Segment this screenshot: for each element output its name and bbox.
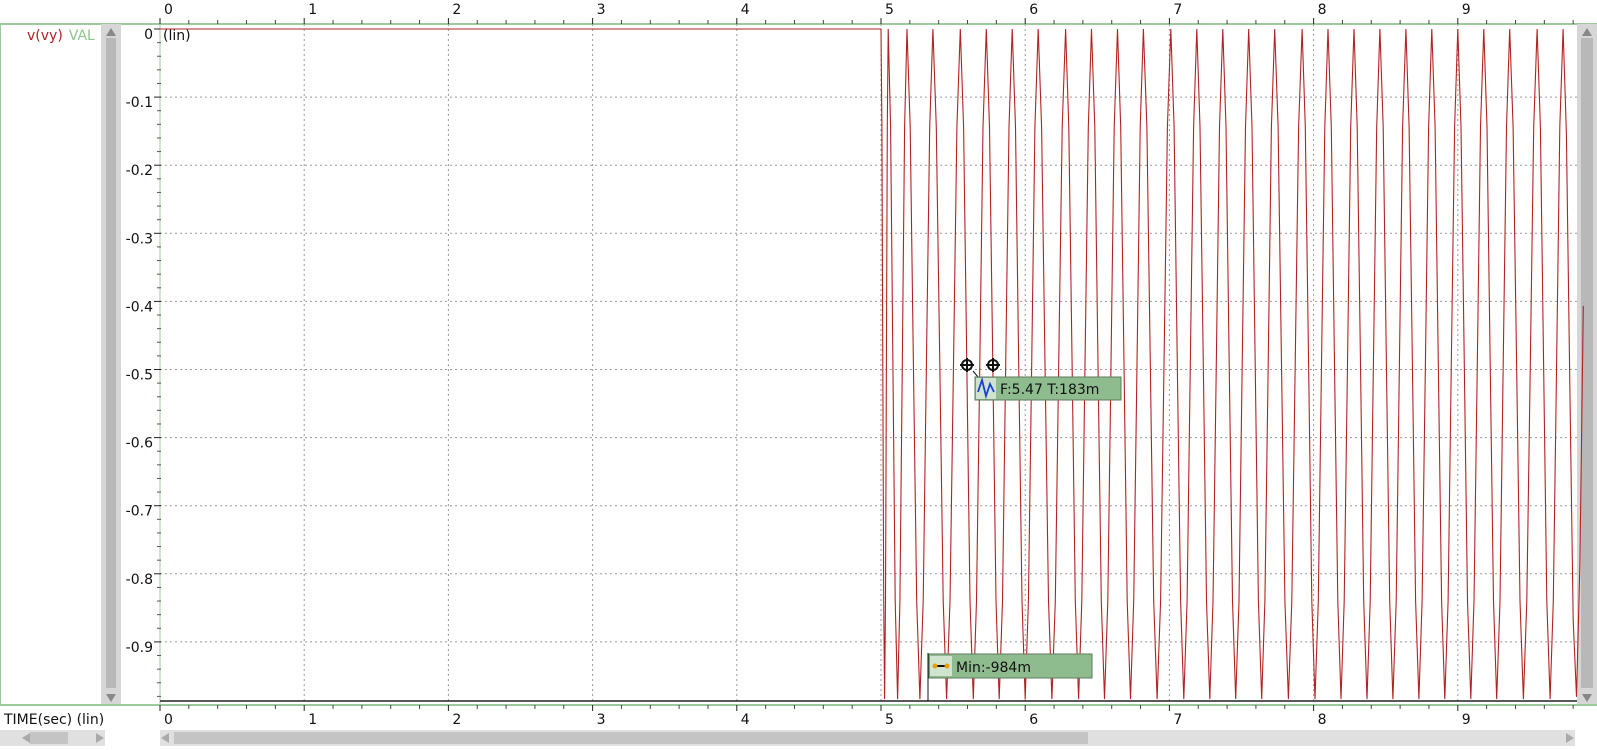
x-tick-label-bottom: 1 <box>308 712 317 728</box>
x-tick-label-bottom: 8 <box>1318 712 1327 728</box>
x-tick-label-bottom: 6 <box>1029 712 1038 728</box>
x-tick-label-bottom: 3 <box>597 712 606 728</box>
x-ticks-bottom: 0 1 2 3 4 5 6 7 8 9 <box>159 705 1574 728</box>
x-tick-label-bottom: 7 <box>1173 712 1182 728</box>
grid-lines <box>160 24 1577 701</box>
plot-area[interactable]: 0 1 2 3 4 5 6 7 8 9 0 1 2 3 4 5 6 7 8 9 0 -0.1 -0.2 -0.3 -0.4 -… <box>0 0 1597 750</box>
x-tick-label-top: 4 <box>741 2 750 18</box>
x-tick-label-top: 8 <box>1318 2 1327 18</box>
x-ticks-top: 0 1 2 3 4 5 6 7 8 9 <box>159 2 1574 24</box>
legend-horizontal-scrollbar[interactable] <box>0 730 105 746</box>
scrollbar-thumb <box>174 732 1088 744</box>
x-tick-label-top: 1 <box>308 2 317 18</box>
y-tick-label: -0.8 <box>126 572 153 588</box>
x-tick-label-bottom: 9 <box>1462 712 1471 728</box>
cursor-b-icon[interactable] <box>986 358 1000 372</box>
y-tick-label: -0.1 <box>126 95 153 111</box>
y-tick-label: -0.7 <box>126 504 153 520</box>
left-vertical-scrollbar[interactable] <box>101 24 121 704</box>
time-horizontal-scrollbar[interactable] <box>160 730 1575 746</box>
y-tick-label: -0.3 <box>126 231 153 247</box>
x-tick-label-top: 7 <box>1173 2 1182 18</box>
trace-v-vy[interactable] <box>160 28 1584 700</box>
y-tick-label: -0.5 <box>126 368 153 384</box>
y-tick-label: -0.9 <box>126 640 153 656</box>
y-tick-label: -0.2 <box>126 163 153 179</box>
x-tick-label-bottom: 2 <box>452 712 461 728</box>
y-tick-label: -0.4 <box>126 299 153 315</box>
x-tick-label-bottom: 0 <box>164 712 173 728</box>
right-vertical-scrollbar[interactable] <box>1577 24 1597 704</box>
minimum-marker[interactable]: Min:-984m <box>927 653 1093 701</box>
frequency-marker[interactable]: F:5.47 T:183m <box>960 358 1122 401</box>
y-tick-label: -0.6 <box>126 436 153 452</box>
minimum-marker-label: Min:-984m <box>956 660 1031 676</box>
x-tick-label-top: 2 <box>452 2 461 18</box>
y-ticks: 0 -0.1 -0.2 -0.3 -0.4 -0.5 -0.6 -0.7 -0.8 -0.9 <box>126 27 161 697</box>
x-tick-label-top: 5 <box>885 2 894 18</box>
x-tick-label-top: 6 <box>1029 2 1038 18</box>
x-tick-label-top: 3 <box>597 2 606 18</box>
x-tick-label-bottom: 5 <box>885 712 894 728</box>
frequency-marker-label: F:5.47 T:183m <box>1000 382 1099 398</box>
y-tick-label: 0 <box>144 27 153 43</box>
y-scale-tag: (lin) <box>163 28 191 44</box>
x-tick-label-bottom: 4 <box>741 712 750 728</box>
x-tick-label-top: 9 <box>1462 2 1471 18</box>
x-tick-label-top: 0 <box>164 2 173 18</box>
waveform-viewer: v(vy) VAL TIME(sec) (lin) 0 1 2 3 4 5 6 … <box>0 0 1597 750</box>
